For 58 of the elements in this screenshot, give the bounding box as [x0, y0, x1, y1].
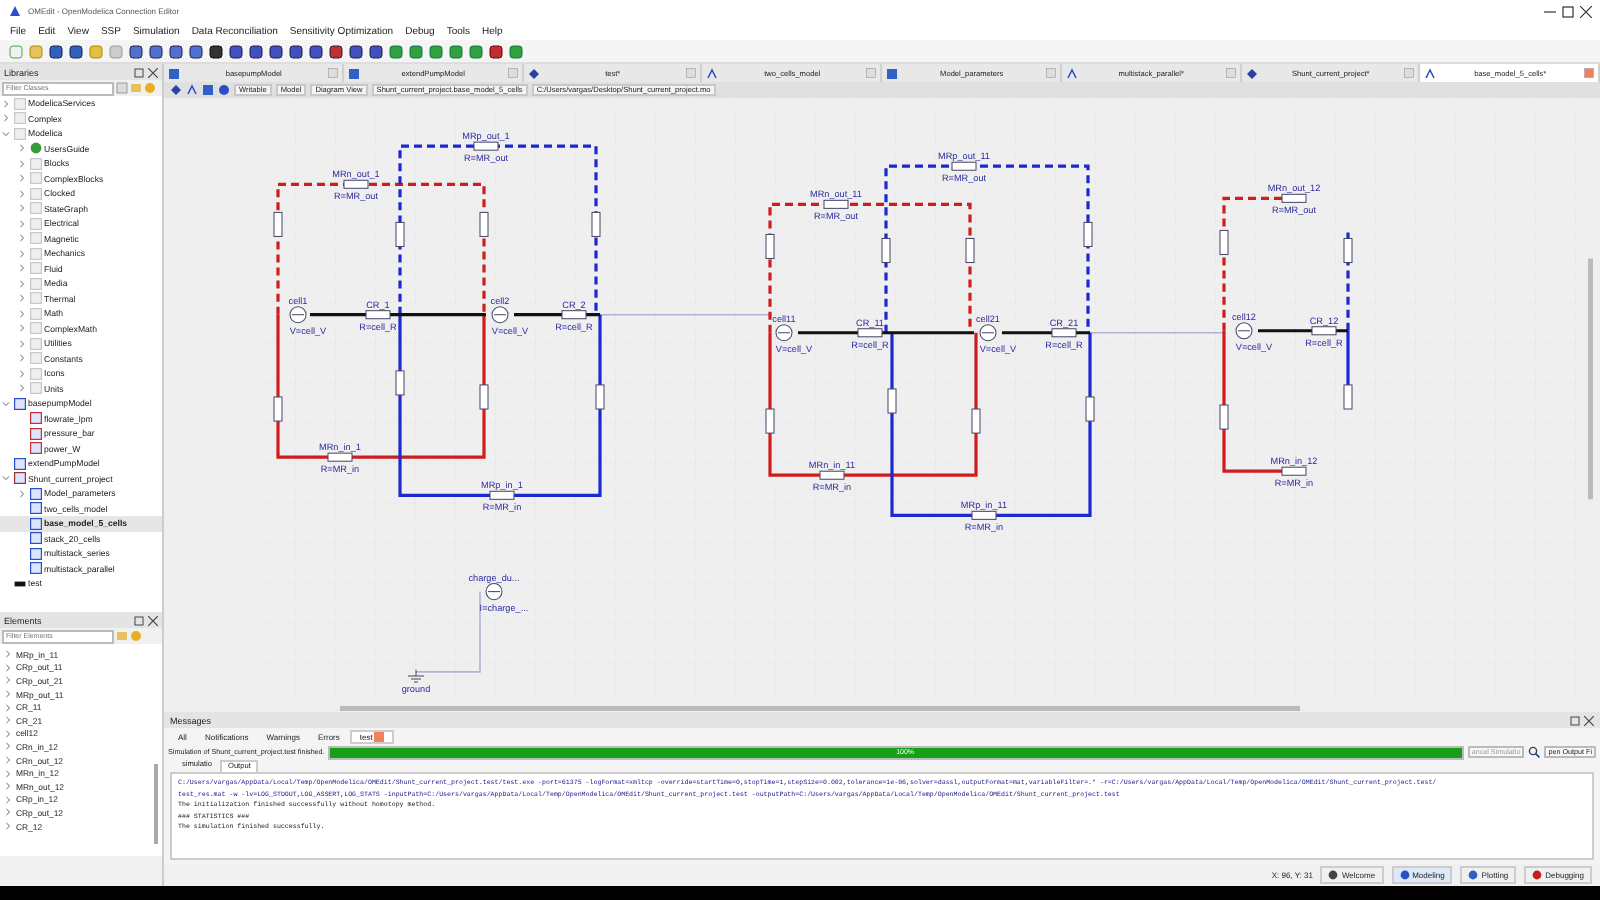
wire	[415, 590, 481, 673]
perspective-icon	[1468, 870, 1479, 880]
app-logo-icon	[8, 4, 22, 18]
float-icon[interactable]	[1570, 715, 1580, 725]
resistor-icon[interactable]	[479, 384, 489, 410]
resistor-icon[interactable]	[1085, 396, 1095, 422]
resistor-icon[interactable]	[819, 470, 845, 480]
resistor-icon[interactable]	[365, 310, 391, 320]
voltage-source-icon[interactable]	[775, 324, 793, 342]
resistor-icon[interactable]	[561, 310, 587, 320]
resistor-icon[interactable]	[765, 233, 775, 259]
perspective-icon	[1399, 870, 1410, 880]
resistor-icon[interactable]	[1343, 237, 1353, 264]
voltage-source-icon[interactable]	[491, 306, 509, 324]
close-icon[interactable]	[1584, 715, 1594, 725]
search-icon	[1528, 746, 1541, 758]
resistor-icon[interactable]	[1083, 221, 1093, 247]
ground-icon[interactable]	[407, 669, 425, 683]
resistor-icon[interactable]	[473, 141, 499, 151]
close-icon[interactable]	[1580, 5, 1592, 17]
resistor-icon[interactable]	[395, 370, 405, 396]
resistor-icon[interactable]	[489, 490, 515, 500]
resistor-icon[interactable]	[857, 328, 883, 338]
float-icon[interactable]	[134, 67, 144, 77]
perspective-icon	[1532, 870, 1543, 880]
voltage-source-icon[interactable]	[289, 306, 307, 324]
resistor-icon[interactable]	[591, 211, 601, 237]
resistor-icon[interactable]	[887, 388, 897, 414]
resistor-icon[interactable]	[273, 396, 283, 422]
perspective-icon	[1328, 870, 1339, 880]
maximize-icon[interactable]	[1562, 5, 1574, 17]
resistor-icon[interactable]	[1219, 229, 1229, 255]
resistor-icon[interactable]	[971, 408, 981, 434]
resistor-icon[interactable]	[273, 211, 283, 237]
resistor-icon[interactable]	[1219, 404, 1229, 430]
voltage-source-icon[interactable]	[1235, 322, 1253, 340]
resistor-icon[interactable]	[343, 179, 369, 189]
close-icon[interactable]	[148, 615, 158, 625]
resistor-icon[interactable]	[965, 237, 975, 264]
resistor-icon[interactable]	[881, 237, 891, 264]
resistor-icon[interactable]	[327, 452, 353, 462]
current-source-icon[interactable]	[485, 583, 503, 601]
resistor-icon[interactable]	[1281, 193, 1307, 203]
resistor-icon[interactable]	[395, 221, 405, 247]
close-icon[interactable]	[148, 67, 158, 77]
resistor-icon[interactable]	[1311, 326, 1337, 336]
voltage-source-icon[interactable]	[979, 324, 997, 342]
resistor-icon[interactable]	[595, 384, 605, 410]
scrollbar[interactable]	[340, 706, 1300, 711]
minimize-icon[interactable]	[1544, 5, 1556, 17]
resistor-icon[interactable]	[971, 510, 997, 520]
resistor-icon[interactable]	[765, 408, 775, 434]
resistor-icon[interactable]	[823, 199, 849, 209]
resistor-icon[interactable]	[479, 211, 489, 237]
resistor-icon[interactable]	[1051, 328, 1077, 338]
float-icon[interactable]	[134, 615, 144, 625]
scrollbar[interactable]	[1588, 258, 1593, 500]
scrollbar[interactable]	[154, 764, 158, 844]
